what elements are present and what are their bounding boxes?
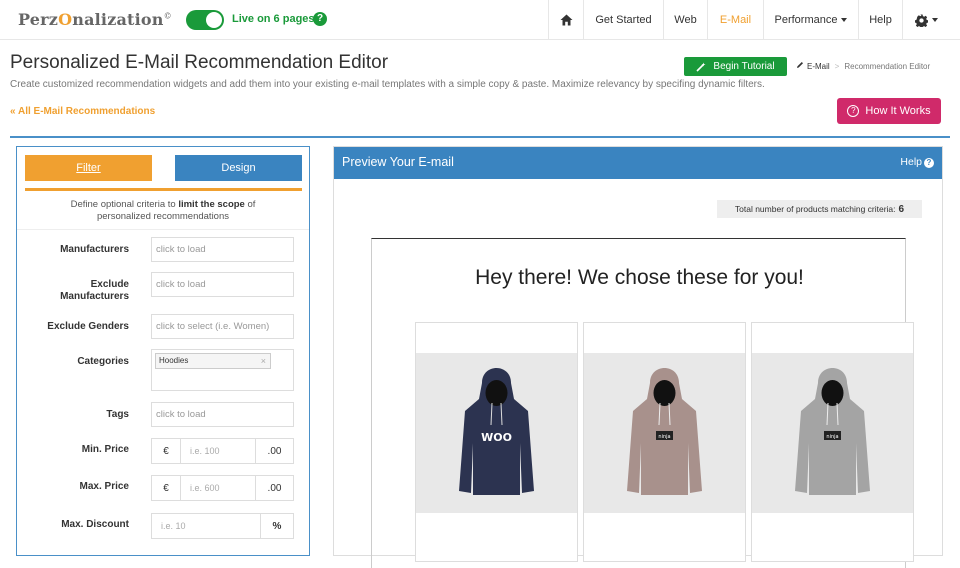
question-circle-icon: ? (847, 105, 860, 117)
hoodie-icon: ninja (795, 368, 870, 495)
help-question-icon[interactable]: ? (313, 12, 327, 26)
category-tag-label: Hoodies (159, 356, 189, 365)
brand-logo[interactable]: PerzOnalization© (18, 10, 172, 29)
currency-addon: € (151, 438, 181, 464)
how-it-works-label: How It Works (865, 105, 931, 117)
magic-wand-icon (696, 62, 706, 72)
chevron-down-icon (841, 18, 848, 22)
top-navbar: PerzOnalization© Live on 6 pages ? Get S… (0, 0, 960, 40)
begin-tutorial-button[interactable]: Begin Tutorial (684, 57, 787, 76)
email-headline: Hey there! We chose these for you! (475, 266, 804, 289)
breadcrumb-current: Recommendation Editor (844, 62, 931, 71)
breadcrumb-email[interactable]: E-Mail (807, 62, 830, 71)
max-discount-label: Max. Discount (61, 519, 129, 530)
categories-label: Categories (77, 356, 129, 367)
page-subtitle: Create customized recommendation widgets… (10, 79, 765, 90)
cents-addon: .00 (255, 475, 294, 501)
page-title: Personalized E-Mail Recommendation Edito… (10, 52, 389, 73)
nav-get-started[interactable]: Get Started (583, 0, 663, 40)
nav-help[interactable]: Help (858, 0, 902, 40)
preview-help-link[interactable]: Help? (900, 156, 934, 168)
currency-addon: € (151, 475, 181, 501)
manufacturers-label: Manufacturers (60, 244, 129, 255)
begin-tutorial-label: Begin Tutorial (713, 61, 775, 72)
product-count-value: 6 (898, 203, 905, 215)
home-icon (560, 14, 572, 26)
how-it-works-button[interactable]: ? How It Works (837, 98, 941, 124)
max-price-input[interactable]: i.e. 600 (181, 475, 255, 501)
categories-input[interactable]: Hoodies × (151, 349, 294, 391)
max-discount-input[interactable]: i.e. 10 (151, 513, 260, 539)
cents-addon: .00 (255, 438, 294, 464)
filter-panel: Filter Design Define optional criteria t… (16, 146, 310, 556)
chevron-down-icon (932, 18, 938, 22)
product-image: WOO (416, 353, 577, 513)
product-image: ninja (584, 353, 745, 513)
live-toggle[interactable] (186, 10, 224, 30)
back-to-recommendations-link[interactable]: « All E-Mail Recommendations (10, 106, 155, 117)
category-tag: Hoodies × (155, 353, 271, 369)
question-circle-icon: ? (924, 158, 934, 168)
svg-text:WOO: WOO (481, 431, 512, 444)
exclude-genders-label: Exclude Genders (47, 321, 129, 332)
email-preview: Hey there! We chose these for you! WOO n… (371, 238, 914, 568)
product-card[interactable]: WOO (415, 322, 578, 562)
hoodie-icon: WOO (459, 368, 534, 495)
product-count-badge: Total number of products matching criter… (717, 200, 922, 218)
tags-label: Tags (106, 409, 129, 420)
tab-filter[interactable]: Filter (25, 155, 152, 181)
exclude-genders-select[interactable]: click to select (i.e. Women) (151, 314, 294, 339)
exclude-manufacturers-label: Exclude Manufacturers (60, 279, 129, 302)
product-card[interactable]: ninja (751, 322, 914, 562)
settings-menu[interactable] (902, 0, 950, 40)
nav-web[interactable]: Web (663, 0, 707, 40)
percent-addon: % (260, 513, 294, 539)
nav-email[interactable]: E-Mail (707, 0, 763, 40)
active-tab-indicator (25, 188, 302, 191)
preview-title: Preview Your E-mail (342, 155, 454, 169)
max-price-label: Max. Price (79, 481, 129, 492)
preview-help-label: Help (900, 156, 922, 168)
min-price-label: Min. Price (81, 444, 129, 455)
breadcrumb-separator: > (834, 62, 840, 71)
svg-text:ninja: ninja (826, 434, 838, 440)
filter-description: Define optional criteria to limit the sc… (70, 199, 256, 222)
product-card[interactable]: ninja (583, 322, 746, 562)
toggle-knob (206, 12, 222, 28)
preview-header: Preview Your E-mail Help? (334, 147, 942, 179)
pencil-icon (797, 62, 803, 68)
nav-performance[interactable]: Performance (763, 0, 858, 40)
min-price-input[interactable]: i.e. 100 (181, 438, 255, 464)
live-status: Live on 6 pages (232, 13, 315, 25)
remove-tag-icon[interactable]: × (261, 354, 266, 368)
tab-design[interactable]: Design (175, 155, 302, 181)
product-count-label: Total number of products matching criter… (734, 204, 896, 214)
email-preview-panel: Preview Your E-mail Help? Total number o… (333, 146, 943, 568)
svg-text:ninja: ninja (658, 434, 670, 440)
manufacturers-input[interactable]: click to load (151, 237, 294, 262)
nav-home[interactable] (548, 0, 583, 40)
hoodie-icon: ninja (627, 368, 702, 495)
gear-icon (915, 14, 928, 27)
nav-performance-label: Performance (774, 14, 838, 26)
tags-input[interactable]: click to load (151, 402, 294, 427)
section-divider (10, 136, 950, 138)
row-divider (17, 229, 309, 230)
product-image: ninja (752, 353, 913, 513)
exclude-manufacturers-input[interactable]: click to load (151, 272, 294, 297)
breadcrumb: E-Mail > Recommendation Editor (796, 61, 930, 71)
